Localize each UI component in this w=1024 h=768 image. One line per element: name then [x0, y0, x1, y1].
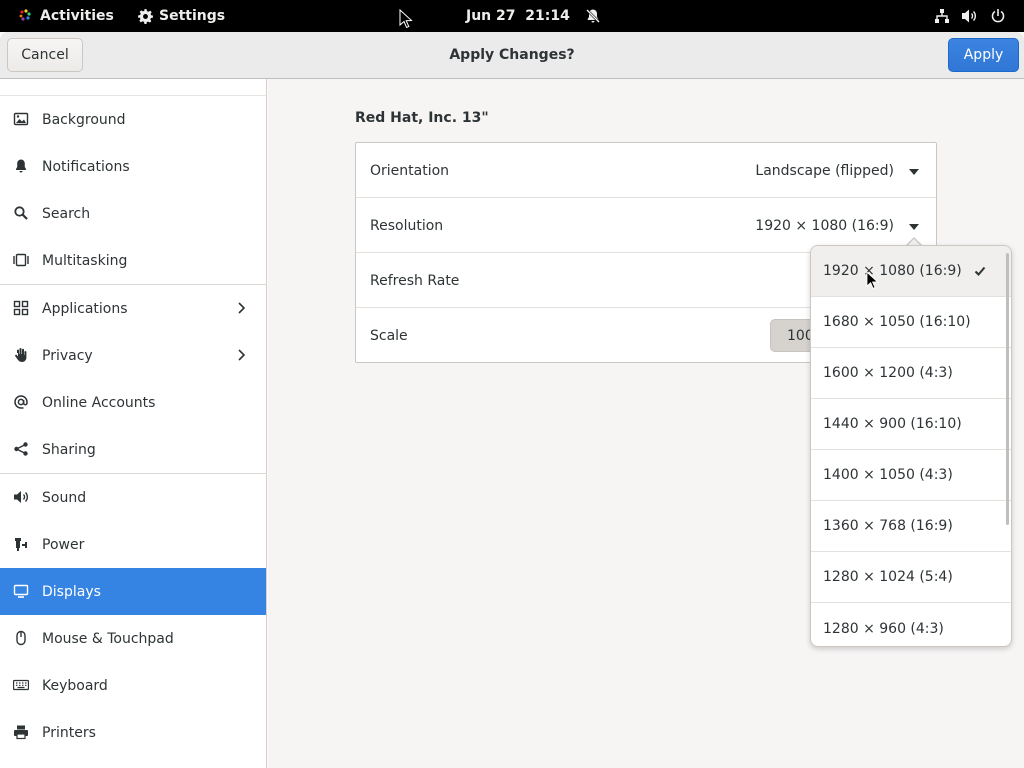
sidebar-item-sound[interactable]: Sound [0, 474, 266, 521]
resolution-option-label: 1400 × 1050 (4:3) [823, 467, 953, 483]
search-icon [13, 205, 29, 221]
at-icon [13, 394, 29, 410]
resolution-option[interactable]: 1600 × 1200 (4:3) [811, 348, 1011, 399]
cancel-button[interactable]: Cancel [7, 38, 83, 72]
sidebar-item-label: Background [42, 111, 126, 128]
sidebar-item-printers[interactable]: Printers [0, 709, 266, 756]
display-name: Red Hat, Inc. 13" [355, 110, 489, 126]
checkmark-icon [974, 265, 986, 277]
resolution-option[interactable]: 1920 × 1080 (16:9) [811, 246, 1011, 297]
resolution-option[interactable]: 1280 × 960 (4:3) [811, 603, 1011, 646]
sidebar-item-label: Power [42, 536, 85, 553]
popover-scrollbar[interactable] [1006, 253, 1009, 525]
sidebar-item-displays[interactable]: Displays [0, 568, 266, 615]
resolution-option-label: 1440 × 900 (16:10) [823, 416, 962, 432]
app-name-label: Settings [159, 8, 226, 24]
keyboard-icon [13, 677, 29, 693]
sidebar-item-mouse-touchpad[interactable]: Mouse & Touchpad [0, 615, 266, 662]
power-icon[interactable] [990, 0, 1006, 32]
dropdown-arrow-icon [908, 165, 920, 175]
resolution-option[interactable]: 1400 × 1050 (4:3) [811, 450, 1011, 501]
gnome-logo-icon [17, 8, 33, 24]
clock[interactable]: Jun 27 21:14 [466, 0, 601, 32]
sidebar-item-label: Keyboard [42, 677, 108, 694]
apply-button[interactable]: Apply [948, 38, 1019, 72]
activities-label: Activities [40, 8, 114, 24]
sidebar-item-label: Notifications [42, 158, 130, 175]
resolution-label: Resolution [370, 217, 444, 234]
network-icon[interactable] [934, 0, 950, 32]
resolution-option-label: 1280 × 960 (4:3) [823, 620, 944, 637]
gear-icon [137, 8, 154, 25]
sidebar-item-label: Online Accounts [42, 394, 156, 411]
sidebar-item-notifications[interactable]: Notifications [0, 143, 266, 190]
chevron-right-icon [233, 300, 249, 316]
dropdown-arrow-icon [908, 220, 920, 230]
resolution-option-label: 1360 × 768 (16:9) [823, 518, 953, 534]
sidebar-item-label: Sound [42, 489, 87, 506]
power-plug-icon [13, 536, 29, 552]
sidebar-item-applications[interactable]: Applications [0, 285, 266, 332]
resolution-option-label: 1280 × 1024 (5:4) [823, 569, 953, 585]
applications-icon [13, 300, 29, 316]
bell-icon [13, 158, 29, 174]
hand-icon [13, 347, 29, 363]
resolution-option[interactable]: 1360 × 768 (16:9) [811, 501, 1011, 552]
sidebar-item-background[interactable]: Background [0, 96, 266, 143]
chevron-right-icon [233, 347, 249, 363]
top-bar: Activities Settings Jun 27 21:14 [0, 0, 1024, 32]
background-icon [13, 111, 29, 127]
sidebar-item-privacy[interactable]: Privacy [0, 332, 266, 379]
speaker-icon [13, 489, 29, 505]
orientation-value: Landscape (flipped) [755, 162, 894, 179]
sidebar-item-online-accounts[interactable]: Online Accounts [0, 379, 266, 426]
scale-label: Scale [370, 327, 408, 344]
sidebar-item-keyboard[interactable]: Keyboard [0, 662, 266, 709]
notifications-off-icon [585, 8, 601, 24]
resolution-option[interactable]: 1440 × 900 (16:10) [811, 399, 1011, 450]
sidebar-item-label: Displays [42, 583, 101, 600]
sidebar-item-label: Printers [42, 724, 96, 741]
settings-sidebar: Background Notifications Search Multitas… [0, 79, 267, 768]
dialog-title: Apply Changes? [449, 47, 575, 63]
resolution-option-label: 1680 × 1050 (16:10) [823, 314, 971, 330]
share-icon [13, 441, 29, 457]
mouse-icon [13, 630, 29, 646]
resolution-option-label: 1600 × 1200 (4:3) [823, 365, 953, 381]
app-menu[interactable]: Settings [137, 0, 225, 32]
refresh-rate-label: Refresh Rate [370, 272, 460, 289]
sidebar-item-label: Privacy [42, 347, 93, 364]
multitasking-icon [13, 252, 29, 268]
sidebar-item-multitasking[interactable]: Multitasking [0, 237, 266, 284]
sidebar-item-search[interactable]: Search [0, 190, 266, 237]
sidebar-item-label: Multitasking [42, 252, 128, 269]
sidebar-item-sharing[interactable]: Sharing [0, 426, 266, 473]
sidebar-item-label: Mouse & Touchpad [42, 630, 174, 647]
clock-label: Jun 27 21:14 [466, 8, 570, 24]
sidebar-item-label: Applications [42, 300, 128, 317]
header-bar: Cancel Apply Changes? Apply [0, 32, 1024, 79]
volume-icon[interactable] [961, 0, 978, 32]
sidebar-item-label: Sharing [42, 441, 96, 458]
resolution-popover: 1920 × 1080 (16:9) 1680 × 1050 (16:10) 1… [810, 245, 1012, 647]
sidebar-item-label: Search [42, 205, 91, 222]
printer-icon [13, 724, 29, 740]
orientation-label: Orientation [370, 162, 450, 179]
resolution-option[interactable]: 1680 × 1050 (16:10) [811, 297, 1011, 348]
orientation-row[interactable]: Orientation Landscape (flipped) [356, 143, 936, 198]
display-icon [13, 583, 29, 599]
activities-button[interactable]: Activities [17, 0, 114, 32]
sidebar-item-power[interactable]: Power [0, 521, 266, 568]
resolution-option-label: 1920 × 1080 (16:9) [823, 263, 962, 279]
resolution-option[interactable]: 1280 × 1024 (5:4) [811, 552, 1011, 603]
